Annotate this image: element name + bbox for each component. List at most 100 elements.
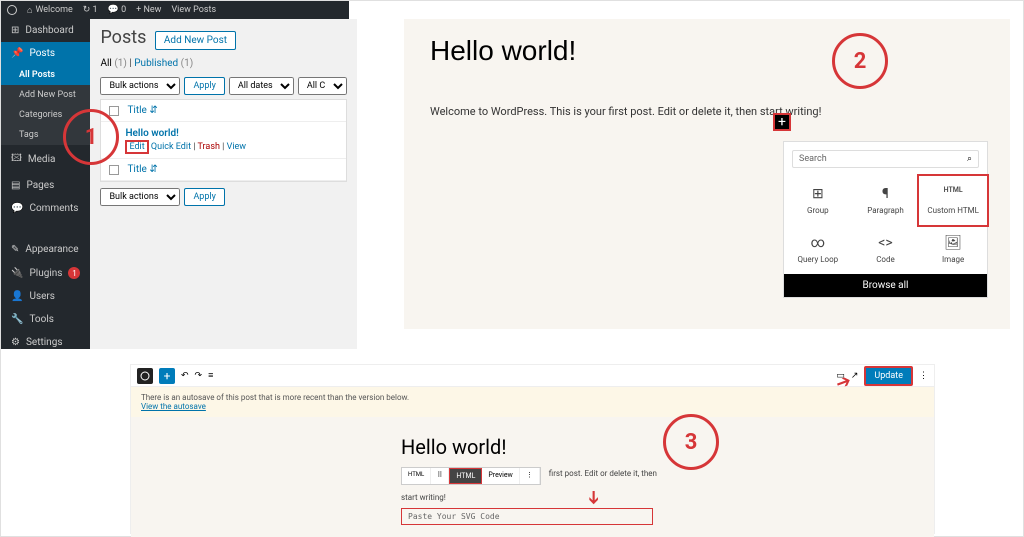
loop-icon: ∞ xyxy=(788,235,848,251)
html-block-editor-screen: + ↶ ↷ ≡ ▭ ↗ Update ⋮ There is an autosav… xyxy=(130,364,935,534)
dashboard-icon: ⊞ xyxy=(11,25,19,36)
annotation-arrow: ➔ xyxy=(583,490,604,505)
sidebar-item-tools[interactable]: 🔧Tools xyxy=(1,308,90,331)
wp-logo-icon[interactable] xyxy=(137,368,153,384)
block-image[interactable]: 🖼Image xyxy=(919,225,987,274)
callout-3: 3 xyxy=(663,414,719,470)
quick-edit-link[interactable]: Quick Edit xyxy=(151,142,191,152)
post-title[interactable]: Hello world! xyxy=(430,35,984,67)
apply-button-bottom[interactable]: Apply xyxy=(184,188,224,206)
comment-icon: 💬 xyxy=(11,203,23,214)
document-overview-button[interactable]: ≡ xyxy=(208,370,213,381)
user-icon: 👤 xyxy=(11,291,23,302)
block-group[interactable]: ⊞Group xyxy=(784,176,852,225)
html-label-icon[interactable]: HTML xyxy=(402,468,431,484)
new-link[interactable]: + New xyxy=(136,5,161,15)
table-header: Title ⇵ xyxy=(101,100,345,122)
column-title[interactable]: Title ⇵ xyxy=(127,105,157,116)
select-all-checkbox[interactable] xyxy=(109,106,119,116)
autosave-notice: There is an autosave of this post that i… xyxy=(131,387,934,417)
apply-button[interactable]: Apply xyxy=(184,77,224,95)
sidebar-item-comments[interactable]: 💬Comments xyxy=(1,197,90,220)
trash-link[interactable]: Trash xyxy=(198,142,220,152)
block-custom-html[interactable]: HTMLCustom HTML xyxy=(919,176,987,225)
bulk-actions-select[interactable]: Bulk actions xyxy=(100,77,180,95)
code-icon: <> xyxy=(856,235,916,251)
row-actions: Edit Quick Edit | Trash | View xyxy=(125,142,321,152)
browse-all-button[interactable]: Browse all xyxy=(784,274,987,297)
table-footer: Title ⇵ xyxy=(101,159,345,181)
plus-icon: + xyxy=(778,114,786,130)
media-icon: 🖾 xyxy=(11,151,22,168)
view-autosave-link[interactable]: View the autosave xyxy=(141,402,206,411)
post-title[interactable]: Hello world! xyxy=(401,435,664,459)
add-new-post-button[interactable]: Add New Post xyxy=(155,31,236,50)
table-row[interactable]: Hello world! Edit Quick Edit | Trash | V… xyxy=(101,122,345,159)
site-welcome[interactable]: ⌂ Welcome xyxy=(27,5,73,16)
posts-table: Title ⇵ Hello world! Edit Quick Edit | T… xyxy=(100,99,346,182)
html-tab[interactable]: HTML xyxy=(449,468,482,484)
filter-links: All (1) | Published (1) xyxy=(100,58,346,69)
block-code[interactable]: <>Code xyxy=(852,225,920,274)
more-icon[interactable]: ⋮ xyxy=(919,371,928,381)
wp-logo-icon[interactable] xyxy=(7,5,17,15)
edit-link[interactable]: Edit xyxy=(125,140,148,154)
gear-icon: ⚙ xyxy=(11,337,20,348)
sidebar-item-posts[interactable]: 📌Posts xyxy=(1,42,90,65)
page-icon: ▤ xyxy=(11,180,20,191)
admin-sidebar: ⊞Dashboard 📌Posts All Posts Add New Post… xyxy=(1,19,90,349)
more-options-icon[interactable]: ⋮ xyxy=(520,468,540,484)
block-paragraph[interactable]: ¶Paragraph xyxy=(852,176,920,225)
view-posts-link[interactable]: View Posts xyxy=(171,5,216,15)
callout-1: 1 xyxy=(63,109,119,165)
comments-icon[interactable]: 💬 0 xyxy=(108,5,127,15)
block-inserter-button[interactable]: + xyxy=(159,368,175,384)
post-title-link[interactable]: Hello world! xyxy=(125,128,321,139)
updates-icon[interactable]: ↻ 1 xyxy=(83,5,98,15)
undo-button[interactable]: ↶ xyxy=(181,371,189,381)
sidebar-item-users[interactable]: 👤Users xyxy=(1,285,90,308)
callout-2: 2 xyxy=(832,33,888,89)
block-toolbar: HTML ⠿ HTML Preview ⋮ xyxy=(401,467,541,485)
group-icon: ⊞ xyxy=(788,186,848,202)
sidebar-item-pages[interactable]: ▤Pages xyxy=(1,174,90,197)
pin-icon: 📌 xyxy=(11,48,23,59)
image-icon: 🖼 xyxy=(923,235,983,251)
plugin-icon: 🔌 xyxy=(11,268,23,279)
block-inserter: Search ⌕ ⊞Group ¶Paragraph HTMLCustom HT… xyxy=(783,141,988,298)
sidebar-sub-all-posts[interactable]: All Posts xyxy=(1,65,90,85)
block-query-loop[interactable]: ∞Query Loop xyxy=(784,225,852,274)
filter-published[interactable]: Published (1) xyxy=(134,58,193,69)
select-all-checkbox-bottom[interactable] xyxy=(109,165,119,175)
brush-icon: ✎ xyxy=(11,244,19,255)
sidebar-sub-add-new[interactable]: Add New Post xyxy=(1,85,90,105)
sidebar-item-settings[interactable]: ⚙Settings xyxy=(1,331,90,354)
date-filter-select[interactable]: All dates xyxy=(229,77,294,95)
add-block-button[interactable]: + xyxy=(773,113,791,131)
post-paragraph[interactable]: Welcome to WordPress. This is your first… xyxy=(430,105,984,118)
column-title-bottom[interactable]: Title ⇵ xyxy=(127,164,157,175)
editor-toolbar: + ↶ ↷ ≡ ▭ ↗ Update ⋮ xyxy=(131,365,934,387)
search-icon: ⌕ xyxy=(967,154,972,164)
sidebar-item-plugins[interactable]: 🔌Plugins1 xyxy=(1,261,90,285)
bulk-actions-select-bottom[interactable]: Bulk actions xyxy=(100,188,180,206)
redo-button[interactable]: ↷ xyxy=(195,371,203,381)
html-code-input[interactable]: Paste Your SVG Code xyxy=(401,508,653,525)
posts-list-screen: ⌂ Welcome ↻ 1 💬 0 + New View Posts ⊞Dash… xyxy=(1,1,349,349)
update-button[interactable]: Update xyxy=(864,366,913,386)
plus-icon: + xyxy=(164,369,171,383)
category-filter-select[interactable]: All C xyxy=(298,77,347,95)
filter-all[interactable]: All (1) xyxy=(100,58,126,69)
html-icon: HTML xyxy=(923,186,983,202)
posts-list-content: Posts Add New Post All (1) | Published (… xyxy=(90,19,356,349)
sidebar-item-appearance[interactable]: ✎Appearance xyxy=(1,238,90,261)
page-title: Posts xyxy=(100,27,146,48)
editor-body: Hello world! HTML ⠿ HTML Preview ⋮ first… xyxy=(131,417,934,537)
search-input[interactable]: Search ⌕ xyxy=(792,150,979,168)
preview-icon[interactable]: ↗ xyxy=(851,371,859,381)
sidebar-item-dashboard[interactable]: ⊞Dashboard xyxy=(1,19,90,42)
drag-handle-icon[interactable]: ⠿ xyxy=(431,468,449,484)
view-link[interactable]: View xyxy=(227,142,246,152)
preview-tab[interactable]: Preview xyxy=(482,468,519,484)
wrench-icon: 🔧 xyxy=(11,314,23,325)
